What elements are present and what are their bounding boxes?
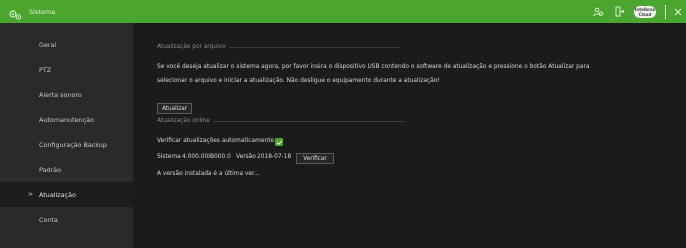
section-file-update-title: Atualização por arquivo xyxy=(157,44,399,50)
brand: Sistema xyxy=(8,6,56,20)
users-icon[interactable] xyxy=(589,0,607,23)
system-value: 4.000.00IB000.0 xyxy=(182,154,231,160)
sidebar-item-label: Automanutenção xyxy=(39,115,94,124)
sidebar-item-label: Atualização xyxy=(39,190,76,199)
sidebar-item-geral[interactable]: Geral xyxy=(0,32,133,57)
sidebar-item-label: Conta xyxy=(39,215,58,224)
sidebar-item-atualizacao[interactable]: > Atualização xyxy=(0,182,133,207)
top-bar: Sistema Intelbras Cloud xyxy=(0,0,686,23)
file-update-instructions: Se você deseja atualizar o sistema agora… xyxy=(157,60,657,88)
system-label: Sistema xyxy=(157,154,181,160)
instructions-line1: Se você deseja atualizar o sistema agora… xyxy=(157,64,590,70)
chevron-right-icon: > xyxy=(28,191,34,198)
main-content: Atualização por arquivo Se você deseja a… xyxy=(133,23,686,248)
sidebar-item-alerta-sonoro[interactable]: Alerta sonoro xyxy=(0,82,133,107)
check-icon xyxy=(276,139,282,145)
sidebar: Geral PTZ Alerta sonoro Automanutenção C… xyxy=(0,23,133,248)
verify-button[interactable]: Verificar xyxy=(296,153,334,164)
sidebar-item-label: PTZ xyxy=(39,65,52,74)
auto-check-checkbox[interactable] xyxy=(275,138,283,146)
instructions-line2: selecionar o arquivo e iniciar a atualiz… xyxy=(157,78,440,84)
sidebar-item-ptz[interactable]: PTZ xyxy=(0,57,133,82)
cloud-button[interactable]: Intelbras Cloud xyxy=(631,0,659,23)
section-online-update-title: Atualização online xyxy=(157,118,405,124)
sidebar-item-label: Padrão xyxy=(39,165,61,174)
sidebar-item-label: Geral xyxy=(39,40,57,49)
sidebar-item-label: Configuração Backup xyxy=(39,140,107,149)
cloud-badge: Intelbras Cloud xyxy=(634,5,656,18)
auto-check-label: Verificar atualizações automaticamente. xyxy=(157,138,277,144)
update-status: A versão instalada é a última ver... xyxy=(157,171,260,177)
top-actions: Intelbras Cloud xyxy=(589,0,686,23)
divider xyxy=(665,4,666,19)
version-value: 2018-07-18 xyxy=(257,154,292,160)
sidebar-item-padrao[interactable]: Padrão xyxy=(0,157,133,182)
section-divider xyxy=(213,120,405,122)
logout-icon[interactable] xyxy=(607,0,631,23)
sidebar-item-conta[interactable]: Conta xyxy=(0,207,133,232)
cloud-badge-line2: Cloud xyxy=(638,11,652,17)
page-title: Sistema xyxy=(29,7,56,16)
gear-cluster-icon xyxy=(8,6,23,20)
sidebar-item-label: Alerta sonoro xyxy=(39,90,82,99)
version-label: Versão xyxy=(236,154,256,160)
update-button[interactable]: Atualizar xyxy=(157,103,192,114)
sidebar-item-configuracao-backup[interactable]: Configuração Backup xyxy=(0,132,133,157)
sidebar-item-automanutencao[interactable]: Automanutenção xyxy=(0,107,133,132)
section-divider xyxy=(228,46,399,48)
section-title-text: Atualização online xyxy=(157,118,210,124)
section-title-text: Atualização por arquivo xyxy=(157,44,226,50)
close-icon[interactable] xyxy=(672,0,684,23)
